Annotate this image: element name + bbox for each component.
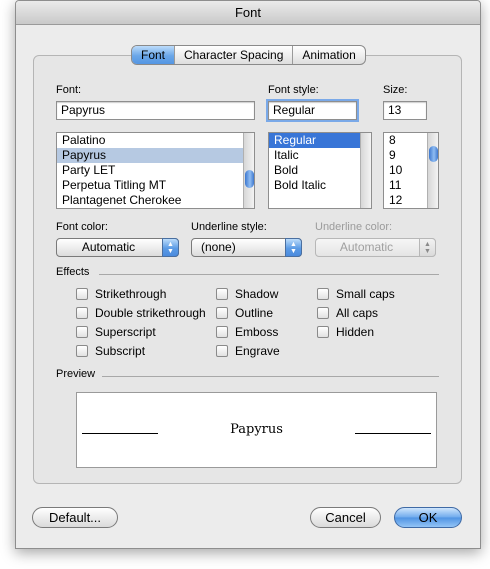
hidden-checkbox[interactable]: Hidden (317, 325, 374, 339)
default-button[interactable]: Default... (32, 507, 118, 528)
font-style-field[interactable]: Regular (266, 99, 359, 122)
checkbox-label: Hidden (336, 325, 375, 339)
tab-animation[interactable]: Animation (293, 46, 364, 64)
popup-arrows-icon: ▲ ▼ (419, 238, 436, 257)
cancel-button[interactable]: Cancel (310, 507, 381, 528)
popup-arrows-icon: ▲ ▼ (162, 238, 179, 257)
checkbox-box[interactable] (216, 288, 228, 300)
tab-character-spacing[interactable]: Character Spacing (175, 46, 294, 64)
superscript-checkbox[interactable]: Superscript (76, 325, 156, 339)
font-style-list[interactable]: Regular Italic Bold Bold Italic (268, 132, 372, 209)
checkbox-label: Subscript (95, 344, 146, 358)
scroll-thumb[interactable] (429, 146, 438, 162)
font-color-label: Font color: (56, 221, 108, 233)
checkbox-label: Double strikethrough (95, 306, 206, 320)
font-style-label: Font style: (268, 84, 319, 96)
checkbox-box[interactable] (216, 326, 228, 338)
checkbox-box[interactable] (317, 288, 329, 300)
tab-bar: Font Character Spacing Animation (131, 45, 366, 65)
preview-divider (102, 376, 439, 377)
size-list-scrollbar[interactable] (427, 133, 438, 208)
checkbox-box[interactable] (216, 345, 228, 357)
font-name-field[interactable]: Papyrus (56, 101, 255, 120)
checkbox-label: Shadow (235, 287, 279, 301)
checkbox-label: Emboss (235, 325, 279, 339)
window-title: Font (16, 1, 480, 25)
checkbox-box[interactable] (76, 307, 88, 319)
checkbox-label: Strikethrough (95, 287, 167, 301)
preview-box: Papyrus (76, 392, 437, 468)
size-field[interactable]: 13 (383, 101, 427, 120)
checkbox-box[interactable] (317, 307, 329, 319)
ok-button[interactable]: OK (394, 507, 462, 528)
checkbox-box[interactable] (76, 345, 88, 357)
scroll-thumb[interactable] (245, 170, 254, 188)
underline-color-popup: Automatic ▲ ▼ (315, 238, 436, 257)
font-color-value: Automatic (81, 240, 136, 254)
list-item[interactable]: Perpetua Titling MT (57, 178, 254, 193)
preview-underline-right (355, 433, 431, 434)
font-list-scrollbar[interactable] (243, 133, 254, 208)
font-color-popup[interactable]: Automatic ▲ ▼ (56, 238, 179, 257)
tab-font[interactable]: Font (132, 46, 176, 64)
checkbox-box[interactable] (76, 326, 88, 338)
subscript-checkbox[interactable]: Subscript (76, 344, 145, 358)
list-item[interactable]: Palatino (57, 133, 254, 148)
font-list[interactable]: Palatino Papyrus Party LET Perpetua Titl… (56, 132, 255, 209)
list-item[interactable]: Bold (269, 163, 371, 178)
preview-label: Preview (56, 368, 96, 380)
effects-divider (99, 274, 439, 275)
underline-style-popup[interactable]: (none) ▲ ▼ (191, 238, 302, 257)
emboss-checkbox[interactable]: Emboss (216, 325, 278, 339)
list-item[interactable]: Plantagenet Cherokee (57, 193, 254, 208)
list-item[interactable]: Regular (269, 133, 371, 148)
list-item[interactable]: Italic (269, 148, 371, 163)
double-strikethrough-checkbox[interactable]: Double strikethrough (76, 306, 206, 320)
underline-style-value: (none) (201, 240, 236, 254)
preview-sample-text: Papyrus (230, 422, 283, 437)
list-item[interactable]: Papyrus (57, 148, 254, 163)
strikethrough-checkbox[interactable]: Strikethrough (76, 287, 166, 301)
small-caps-checkbox[interactable]: Small caps (317, 287, 395, 301)
checkbox-label: Engrave (235, 344, 280, 358)
engrave-checkbox[interactable]: Engrave (216, 344, 280, 358)
size-label: Size: (383, 84, 408, 96)
checkbox-label: All caps (336, 306, 379, 320)
list-item[interactable]: Bold Italic (269, 178, 371, 193)
checkbox-label: Superscript (95, 325, 156, 339)
checkbox-box[interactable] (76, 288, 88, 300)
underline-style-label: Underline style: (191, 221, 267, 233)
shadow-checkbox[interactable]: Shadow (216, 287, 278, 301)
list-item[interactable]: Party LET (57, 163, 254, 178)
effects-label: Effects (56, 266, 90, 278)
checkbox-box[interactable] (216, 307, 228, 319)
checkbox-label: Outline (235, 306, 274, 320)
all-caps-checkbox[interactable]: All caps (317, 306, 378, 320)
checkbox-label: Small caps (336, 287, 395, 301)
outline-checkbox[interactable]: Outline (216, 306, 273, 320)
size-list[interactable]: 8 9 10 11 12 (383, 132, 439, 209)
checkbox-box[interactable] (317, 326, 329, 338)
font-tab-panel: Font: Papyrus Palatino Papyrus Party LET… (33, 55, 462, 484)
font-label: Font: (56, 84, 82, 96)
underline-color-label: Underline color: (315, 221, 393, 233)
font-dialog-window: Font Font Character Spacing Animation Fo… (15, 0, 481, 549)
popup-arrows-icon: ▲ ▼ (285, 238, 302, 257)
underline-color-value: Automatic (339, 240, 394, 254)
font-style-scrollbar[interactable] (360, 133, 371, 208)
